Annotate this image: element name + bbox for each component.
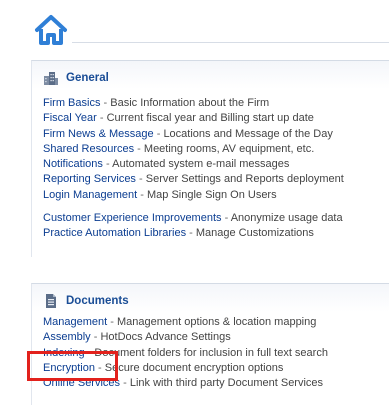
list-item: Login Management - Map Single Sign On Us… <box>43 188 344 203</box>
item-description: Meeting rooms, AV equipment, etc. <box>143 142 315 155</box>
item-separator: - <box>110 316 114 328</box>
item-description: Map Single Sign On Users <box>146 188 277 201</box>
list-item: Customer Experience Improvements - Anony… <box>43 211 344 226</box>
list-item: Assembly - HotDocs Advance Settings <box>43 330 328 345</box>
firm-news-message-link[interactable]: Firm News & Message <box>43 128 154 140</box>
documents-title: Documents <box>66 295 129 307</box>
document-icon <box>46 294 56 308</box>
general-panel-header: General <box>43 70 109 86</box>
list-item: Management - Management options & locati… <box>43 315 328 330</box>
firm-basics-link[interactable]: Firm Basics <box>43 97 100 109</box>
item-description: Manage Customizations <box>195 227 314 240</box>
notifications-link[interactable]: Notifications <box>43 158 103 170</box>
documents-panel: Documents Management - Management option… <box>31 283 389 405</box>
item-description: Basic Information about the Firm <box>110 97 270 109</box>
item-separator: - <box>87 346 92 359</box>
item-separator: - <box>189 227 193 240</box>
item-description: Link with third party Document Services <box>129 377 324 390</box>
item-separator: - <box>98 361 102 374</box>
login-management-link[interactable]: Login Management <box>43 189 137 201</box>
documents-panel-header: Documents <box>43 293 129 309</box>
item-separator: - <box>140 188 144 201</box>
customer-experience-improvements-link[interactable]: Customer Experience Improvements <box>43 212 222 224</box>
list-item: Encryption - Secure document encryption … <box>43 361 328 376</box>
list-item: Fiscal Year - Current fiscal year and Bi… <box>43 111 344 126</box>
management-link[interactable]: Management <box>43 316 107 328</box>
item-separator: - <box>105 158 110 171</box>
item-separator: - <box>156 127 161 140</box>
list-item: Notifications - Automated system e-mail … <box>43 157 344 172</box>
list-item: Practice Automation Libraries - Manage C… <box>43 226 344 241</box>
fiscal-year-link[interactable]: Fiscal Year <box>43 112 97 124</box>
item-description: Locations and Message of the Day <box>163 127 333 140</box>
documents-list: Management - Management options & locati… <box>43 315 328 391</box>
general-list: Firm Basics - Basic Information about th… <box>43 96 344 242</box>
item-separator: - <box>99 112 104 125</box>
item-description: Secure document encryption options <box>104 361 284 374</box>
assembly-link[interactable]: Assembly <box>43 331 91 343</box>
buildings-icon <box>44 72 58 85</box>
indexing-link[interactable]: Indexing <box>43 347 85 359</box>
item-separator: - <box>224 212 229 225</box>
general-panel: General Firm Basics - Basic Information … <box>31 60 389 257</box>
list-item: Indexing - Document folders for inclusio… <box>43 346 328 361</box>
item-description: Anonymize usage data <box>230 212 343 225</box>
item-description: Server Settings and Reports deployment <box>145 173 344 186</box>
online-services-link[interactable]: Online Services <box>43 377 120 389</box>
encryption-link[interactable]: Encryption <box>43 362 95 374</box>
item-separator: - <box>93 331 98 344</box>
item-description: Current fiscal year and Billing start up… <box>106 112 314 125</box>
item-separator: - <box>103 97 108 109</box>
item-separator: - <box>137 142 141 155</box>
home-button[interactable] <box>34 14 68 46</box>
general-title: General <box>66 72 109 84</box>
home-icon <box>35 15 67 45</box>
list-item: Reporting Services - Server Settings and… <box>43 172 344 187</box>
list-item: Shared Resources - Meeting rooms, AV equ… <box>43 142 344 157</box>
item-separator: - <box>139 173 143 186</box>
list-item: Online Services - Link with third party … <box>43 376 328 391</box>
item-description: HotDocs Advance Settings <box>100 331 231 344</box>
list-item: Firm Basics - Basic Information about th… <box>43 96 344 111</box>
header-divider <box>72 42 389 43</box>
reporting-services-link[interactable]: Reporting Services <box>43 173 136 185</box>
item-description: Document folders for inclusion in full t… <box>94 346 328 359</box>
practice-automation-libraries-link[interactable]: Practice Automation Libraries <box>43 227 186 239</box>
shared-resources-link[interactable]: Shared Resources <box>43 143 134 155</box>
list-item: Firm News & Message - Locations and Mess… <box>43 127 344 142</box>
item-description: Automated system e-mail messages <box>112 158 290 171</box>
item-description: Management options & location mapping <box>117 316 317 328</box>
item-separator: - <box>123 377 127 390</box>
